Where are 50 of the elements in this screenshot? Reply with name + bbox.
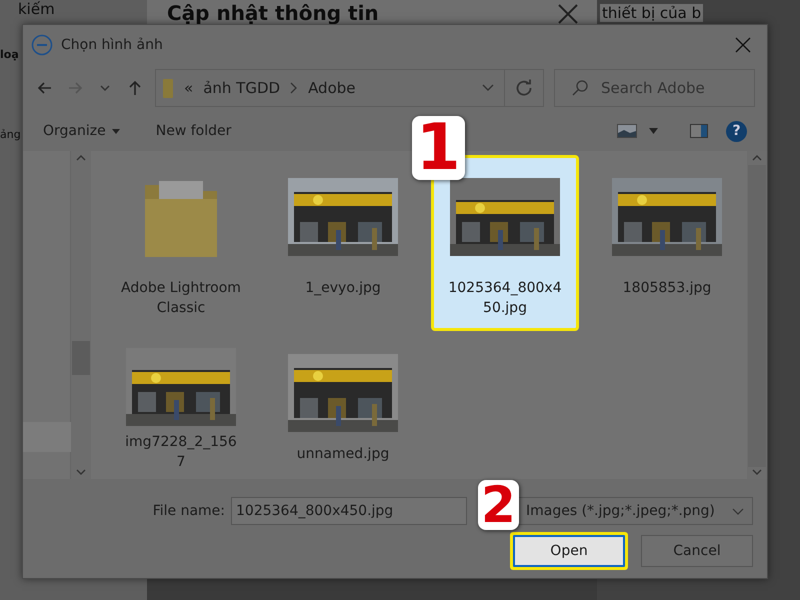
step-number: 1 <box>412 116 465 180</box>
scroll-up-icon[interactable] <box>76 155 86 161</box>
scrollbar-thumb[interactable] <box>748 165 766 467</box>
file-name-field[interactable]: 1025364_800x450.jpg <box>231 497 467 525</box>
file-name: 1_evyo.jpg <box>304 279 382 298</box>
close-icon <box>735 37 751 53</box>
chevron-icon <box>290 82 298 94</box>
organize-menu[interactable]: Organize <box>43 119 120 143</box>
help-button[interactable]: ? <box>726 120 747 142</box>
scroll-down-icon[interactable] <box>752 469 762 475</box>
dialog-title: Chọn hình ảnh <box>61 36 163 54</box>
breadcrumb-item[interactable]: Adobe <box>308 76 356 100</box>
dialog-button[interactable]: Cancel <box>641 535 753 567</box>
file-name: 1025364_800x450.jpg <box>447 279 563 318</box>
background-text: ảng <box>0 127 21 143</box>
file-type-dropdown[interactable]: Images (*.jpg;*.jpeg;*.png) <box>517 497 753 525</box>
file-name-label: File name: <box>152 502 225 520</box>
caret-icon <box>112 128 120 134</box>
background-text: kiếm <box>18 0 55 18</box>
chevron-icon <box>732 508 744 514</box>
modal-title: Cập nhật thông tin <box>167 0 379 26</box>
dropdown-icon[interactable] <box>482 84 494 92</box>
file-name: 1805853.jpg <box>622 279 712 298</box>
refresh-button[interactable] <box>504 69 544 107</box>
file-item[interactable]: Adobe Lightroom Classic <box>107 155 255 331</box>
refresh-icon <box>515 79 533 97</box>
breadcrumb-overflow[interactable]: « <box>184 76 194 100</box>
file-item[interactable]: 1805853.jpg <box>593 155 741 331</box>
new-folder-button[interactable]: New folder <box>156 119 232 143</box>
preview-pane-icon[interactable] <box>690 124 708 138</box>
breadcrumb-item[interactable]: ảnh TGDD <box>203 76 280 100</box>
caret-icon[interactable] <box>649 128 658 134</box>
dialog-button[interactable]: Open <box>513 535 625 567</box>
close-icon <box>557 3 579 25</box>
app-logo-icon <box>31 34 53 56</box>
search-field[interactable]: Search Adobe <box>554 69 755 107</box>
step-number: 2 <box>478 480 519 530</box>
view-options-icon[interactable] <box>617 124 637 138</box>
address-bar[interactable]: « ảnh TGDD Adobe <box>155 69 505 107</box>
file-name: Adobe Lightroom Classic <box>121 279 241 318</box>
background-text: thiết bị của b <box>600 4 704 22</box>
scroll-down-icon[interactable] <box>76 469 86 475</box>
folder-icon <box>162 77 174 99</box>
search-icon <box>571 79 589 97</box>
file-item[interactable]: unnamed.jpg <box>269 341 417 471</box>
file-name: img7228_2_1567 <box>124 433 238 472</box>
scroll-up-icon[interactable] <box>752 155 762 161</box>
file-item[interactable]: img7228_2_1567 <box>107 341 255 471</box>
file-name: unnamed.jpg <box>296 445 390 464</box>
background-text: loạ <box>0 47 19 63</box>
